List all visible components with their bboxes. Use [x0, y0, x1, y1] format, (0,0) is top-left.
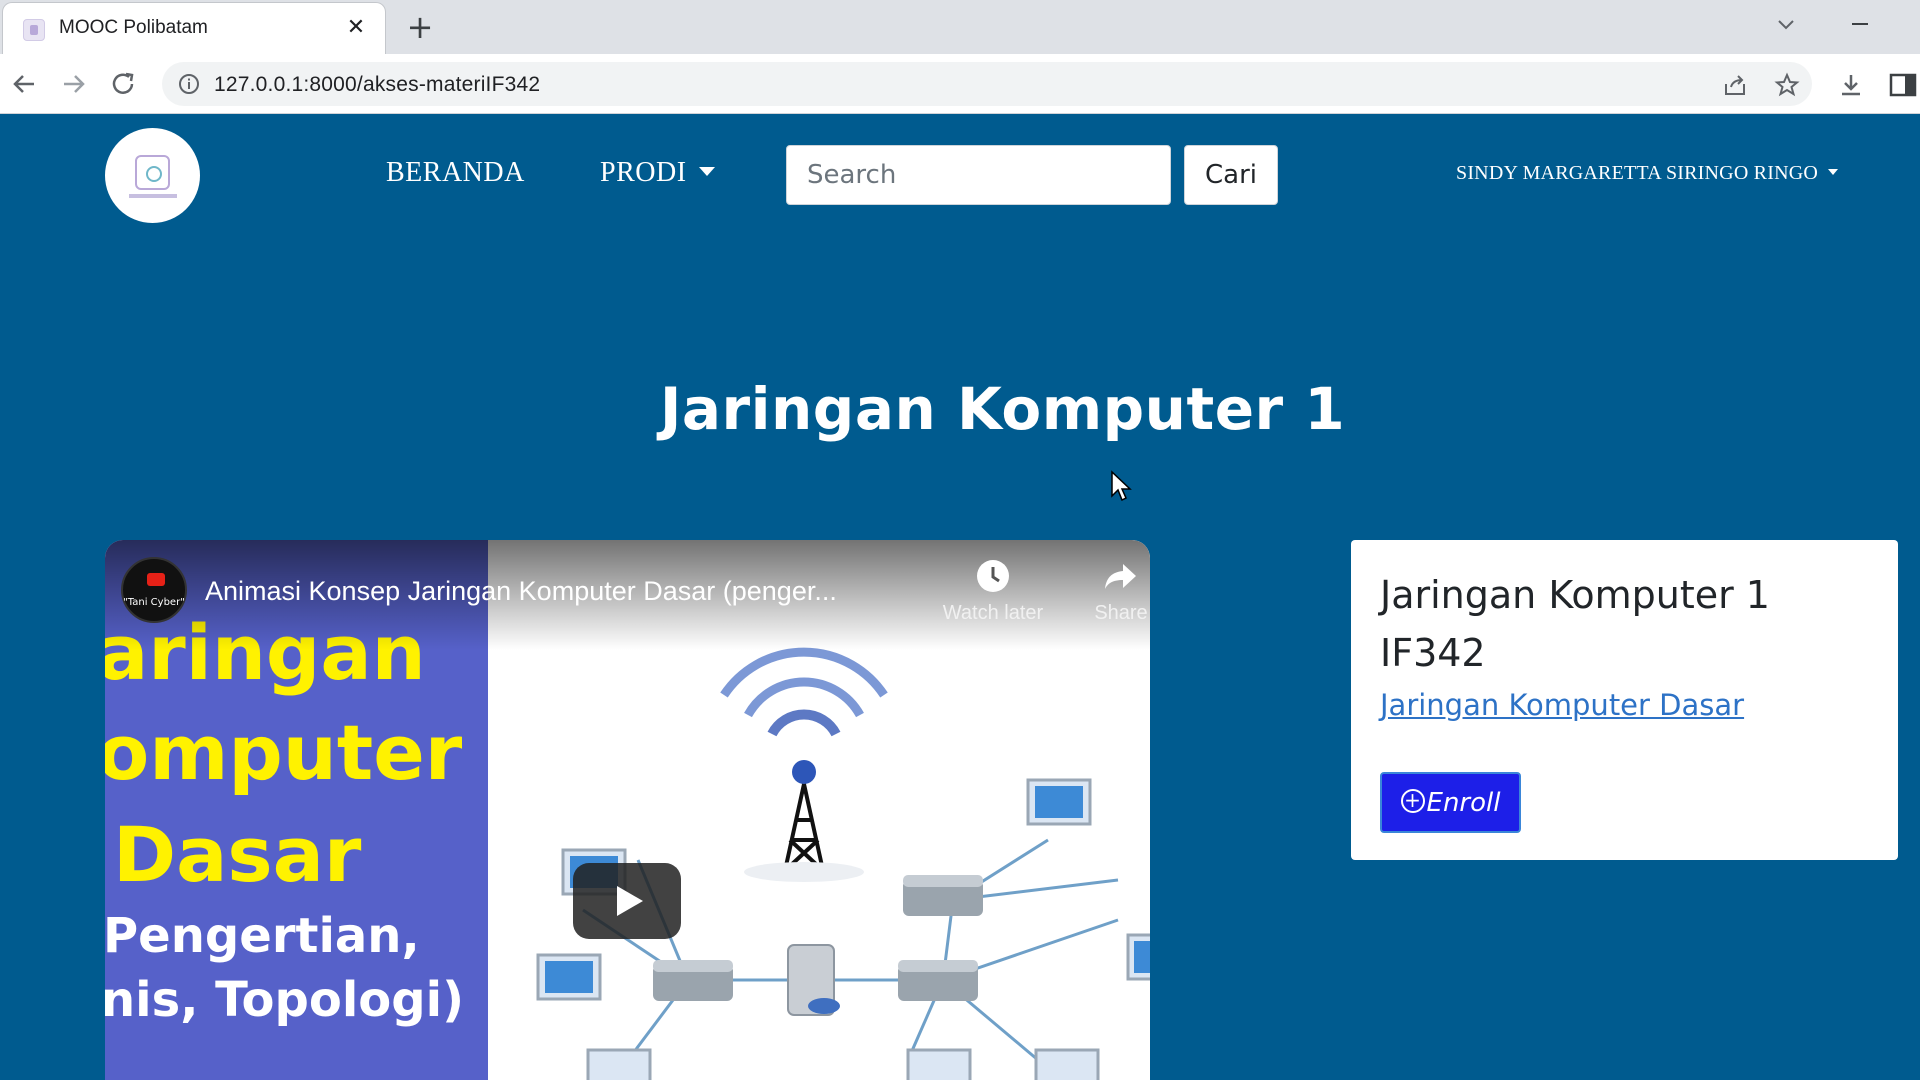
bookmark-star-icon[interactable]	[1774, 72, 1800, 98]
tab-title: MOOC Polibatam	[59, 17, 208, 38]
browser-toolbar: 127.0.0.1:8000/akses-materiIF342	[0, 54, 1920, 114]
share-video-button[interactable]: Share	[1061, 558, 1150, 625]
nav-beranda[interactable]: BERANDA	[386, 157, 525, 189]
thumb-line: omputer	[105, 708, 463, 797]
thumb-line: nis, Topologi)	[105, 972, 464, 1028]
course-material-link[interactable]: Jaringan Komputer Dasar	[1380, 688, 1744, 722]
caret-down-icon	[698, 167, 715, 177]
clock-icon	[977, 560, 1009, 592]
logo-wordmark	[129, 194, 177, 198]
thumb-line: Pengertian,	[105, 908, 420, 964]
course-name: Jaringan Komputer 1	[1380, 573, 1770, 617]
plus-circle-icon: +	[1400, 789, 1425, 813]
caret-down-icon	[1828, 169, 1838, 176]
watch-later-label: Watch later	[942, 602, 1044, 624]
info-icon[interactable]	[178, 73, 200, 95]
video-player[interactable]: aringan omputer Dasar Pengertian, nis, T…	[105, 540, 1150, 1080]
share-label: Share	[1094, 602, 1148, 624]
site-navbar: BERANDA PRODI Cari SINDY MARGARETTA SIRI…	[0, 115, 1920, 235]
close-tab-icon[interactable]: ✕	[341, 13, 371, 43]
share-arrow-icon	[1105, 564, 1136, 589]
favicon-icon	[23, 19, 45, 41]
back-arrow-icon[interactable]	[4, 64, 44, 104]
site-logo[interactable]	[105, 128, 200, 223]
search-input[interactable]	[786, 145, 1171, 205]
browser-tab-bar: MOOC Polibatam ✕ +	[0, 0, 1920, 54]
minimize-window-button[interactable]	[1840, 10, 1880, 40]
thumb-line: Dasar	[113, 810, 362, 899]
user-dropdown[interactable]: SINDY MARGARETTA SIRINGO RINGO	[1456, 162, 1838, 185]
search-button[interactable]: Cari	[1184, 145, 1278, 205]
share-page-icon[interactable]	[1722, 72, 1748, 98]
camera-logo-icon	[135, 155, 170, 190]
chevron-down-icon[interactable]	[1770, 10, 1802, 40]
play-button[interactable]	[573, 863, 681, 939]
enroll-label: Enroll	[1426, 787, 1501, 818]
course-code: IF342	[1380, 631, 1486, 675]
side-panel-icon[interactable]	[1888, 70, 1918, 100]
nav-prodi-dropdown[interactable]: PRODI	[600, 157, 715, 189]
channel-name: "Tani Cyber"	[123, 597, 185, 608]
new-tab-button[interactable]: +	[400, 8, 440, 48]
page-title: Jaringan Komputer 1	[659, 375, 1346, 443]
course-card-title: Jaringan Komputer 1 IF342	[1380, 566, 1770, 682]
forward-arrow-icon[interactable]	[54, 64, 94, 104]
nav-prodi-label: PRODI	[600, 157, 687, 188]
enroll-button[interactable]: + Enroll	[1380, 772, 1521, 833]
course-card: Jaringan Komputer 1 IF342 Jaringan Kompu…	[1351, 540, 1898, 860]
channel-avatar[interactable]: "Tani Cyber"	[121, 557, 187, 623]
address-bar[interactable]: 127.0.0.1:8000/akses-materiIF342	[162, 62, 1812, 106]
url-text[interactable]: 127.0.0.1:8000/akses-materiIF342	[214, 73, 540, 97]
mouse-cursor-icon	[1110, 470, 1134, 502]
reload-icon[interactable]	[104, 64, 144, 104]
browser-tab[interactable]: MOOC Polibatam ✕	[2, 2, 386, 54]
download-icon[interactable]	[1836, 70, 1866, 100]
user-name: SINDY MARGARETTA SIRINGO RINGO	[1456, 162, 1818, 184]
video-title[interactable]: Animasi Konsep Jaringan Komputer Dasar (…	[205, 576, 837, 607]
watch-later-button[interactable]: Watch later	[933, 558, 1053, 625]
